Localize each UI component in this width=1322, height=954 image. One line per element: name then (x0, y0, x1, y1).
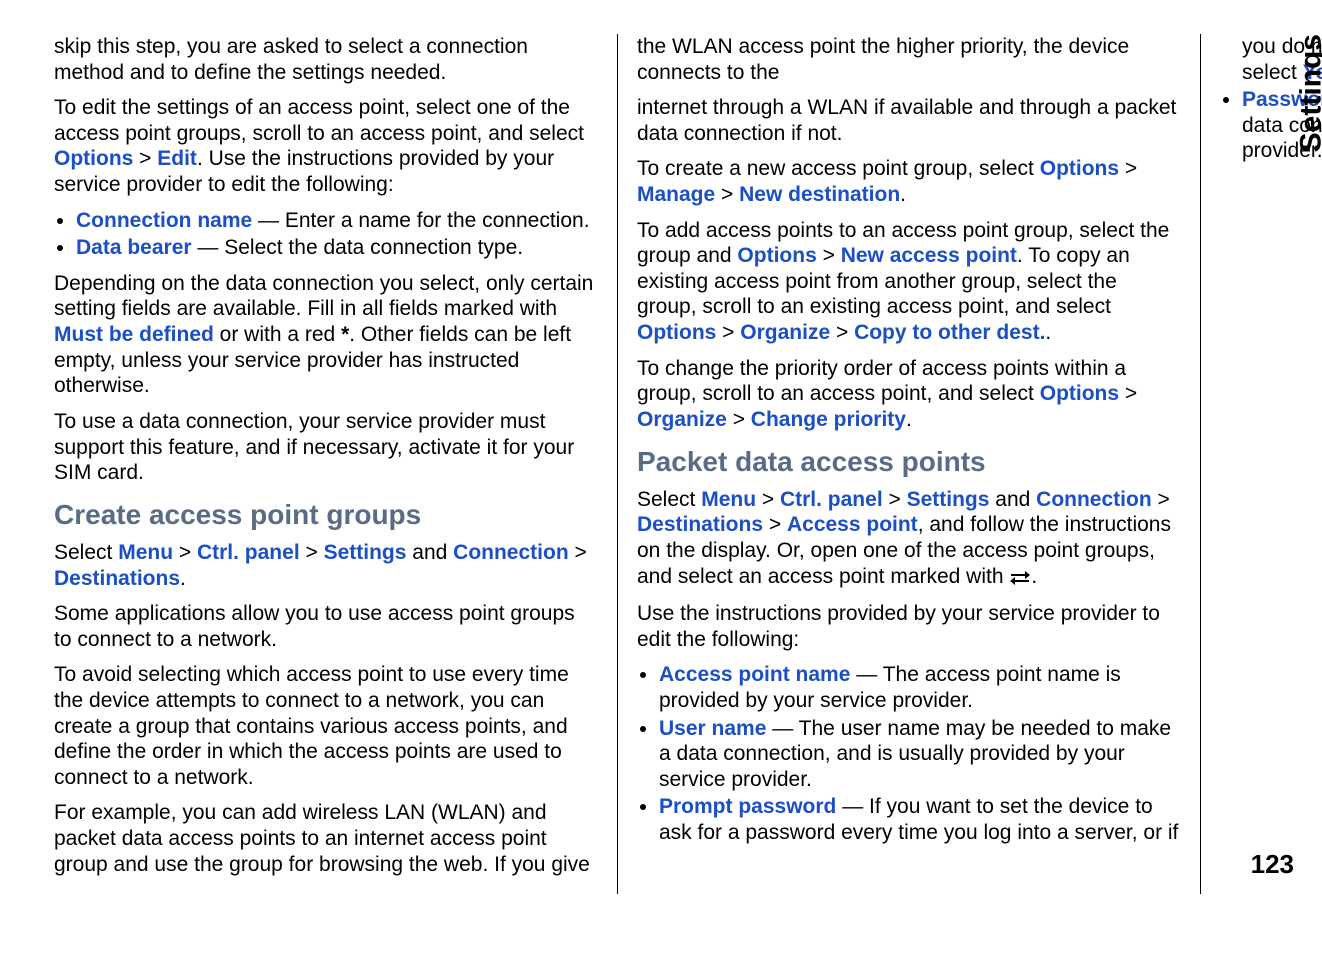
menu-path-new-destination: New destination (739, 183, 900, 206)
menu-path-ctrl-panel: Ctrl. panel (197, 541, 300, 564)
text: or with a red (214, 323, 341, 346)
menu-path-organize: Organize (637, 408, 727, 431)
paragraph: To create a new access point group, sele… (637, 156, 1180, 207)
heading-packet-data-access-points: Packet data access points (637, 445, 1180, 479)
heading-create-access-point-groups: Create access point groups (54, 498, 597, 532)
field-label-connection-name: Connection name (76, 209, 252, 232)
paragraph: Depending on the data connection you sel… (54, 271, 597, 399)
text: To edit the settings of an access point,… (54, 96, 584, 145)
field-label-access-point-name: Access point name (659, 663, 850, 686)
paragraph: Select Menu > Ctrl. panel > Settings and… (637, 487, 1180, 591)
menu-path-ctrl-panel: Ctrl. panel (780, 488, 883, 511)
text: and (406, 541, 453, 564)
paragraph: To add access points to an access point … (637, 218, 1180, 346)
menu-path-menu: Menu (118, 541, 173, 564)
menu-path-options: Options (54, 147, 133, 170)
menu-path-options: Options (637, 321, 716, 344)
sep: > (1119, 382, 1137, 405)
sep: > (133, 147, 157, 170)
sep: > (763, 513, 787, 536)
menu-path-options: Options (737, 244, 816, 267)
menu-path-change-priority: Change priority (751, 408, 906, 431)
paragraph: To change the priority order of access p… (637, 356, 1180, 433)
document-body: skip this step, you are asked to select … (54, 34, 1180, 894)
field-label-prompt-password: Prompt password (659, 795, 836, 818)
paragraph: internet through a WLAN if available and… (637, 95, 1180, 146)
text: Select (54, 541, 118, 564)
menu-path-destinations: Destinations (637, 513, 763, 536)
field-list: Connection name — Enter a name for the c… (54, 208, 597, 261)
paragraph: Use the instructions provided by your se… (637, 601, 1180, 652)
menu-path-copy-to-other-dest: Copy to other dest. (854, 321, 1045, 344)
sep: > (716, 321, 740, 344)
menu-path-menu: Menu (701, 488, 756, 511)
sep: > (830, 321, 854, 344)
paragraph: Some applications allow you to use acces… (54, 601, 597, 652)
sep: > (1119, 157, 1137, 180)
sep: > (569, 541, 587, 564)
sep: > (300, 541, 324, 564)
list-item: Connection name — Enter a name for the c… (76, 208, 597, 234)
paragraph: To edit the settings of an access point,… (54, 95, 597, 197)
text: and (989, 488, 1036, 511)
text: Depending on the data connection you sel… (54, 272, 593, 321)
sep: > (883, 488, 907, 511)
side-tab-settings: Settings (1294, 34, 1322, 152)
text: . (1031, 565, 1037, 588)
field-label-user-name: User name (659, 717, 766, 740)
sep: > (715, 183, 739, 206)
paragraph: skip this step, you are asked to select … (54, 34, 597, 85)
text: . (1045, 321, 1051, 344)
list-item: Data bearer — Select the data connection… (76, 235, 597, 261)
paragraph: To use a data connection, your service p… (54, 409, 597, 486)
menu-path-access-point: Access point (787, 513, 918, 536)
menu-path-edit: Edit (157, 147, 197, 170)
sep: > (756, 488, 780, 511)
swap-arrows-icon (1009, 566, 1031, 592)
text: . (900, 183, 906, 206)
menu-path-destinations: Destinations (54, 567, 180, 590)
menu-path-organize: Organize (740, 321, 830, 344)
menu-path-connection: Connection (453, 541, 569, 564)
field-desc: — Enter a name for the connection. (252, 209, 589, 232)
menu-path-options: Options (1040, 157, 1119, 180)
text: To create a new access point group, sele… (637, 157, 1040, 180)
text: . (906, 408, 912, 431)
menu-path-connection: Connection (1036, 488, 1152, 511)
menu-path-options: Options (1040, 382, 1119, 405)
list-item: User name — The user name may be needed … (659, 716, 1180, 793)
text: Select (637, 488, 701, 511)
paragraph: To avoid selecting which access point to… (54, 662, 597, 790)
sep: > (817, 244, 841, 267)
paragraph: Select Menu > Ctrl. panel > Settings and… (54, 540, 597, 591)
sep: > (173, 541, 197, 564)
menu-path-settings: Settings (324, 541, 407, 564)
menu-path-new-access-point: New access point (841, 244, 1017, 267)
list-item: Access point name — The access point nam… (659, 662, 1180, 713)
field-desc: — Select the data connection type. (192, 236, 524, 259)
menu-path-manage: Manage (637, 183, 715, 206)
text: . (180, 567, 186, 590)
field-label-data-bearer: Data bearer (76, 236, 192, 259)
label-must-be-defined: Must be defined (54, 323, 214, 346)
page-number: 123 (1251, 849, 1294, 880)
menu-path-settings: Settings (907, 488, 990, 511)
sep: > (1152, 488, 1170, 511)
sep: > (727, 408, 751, 431)
